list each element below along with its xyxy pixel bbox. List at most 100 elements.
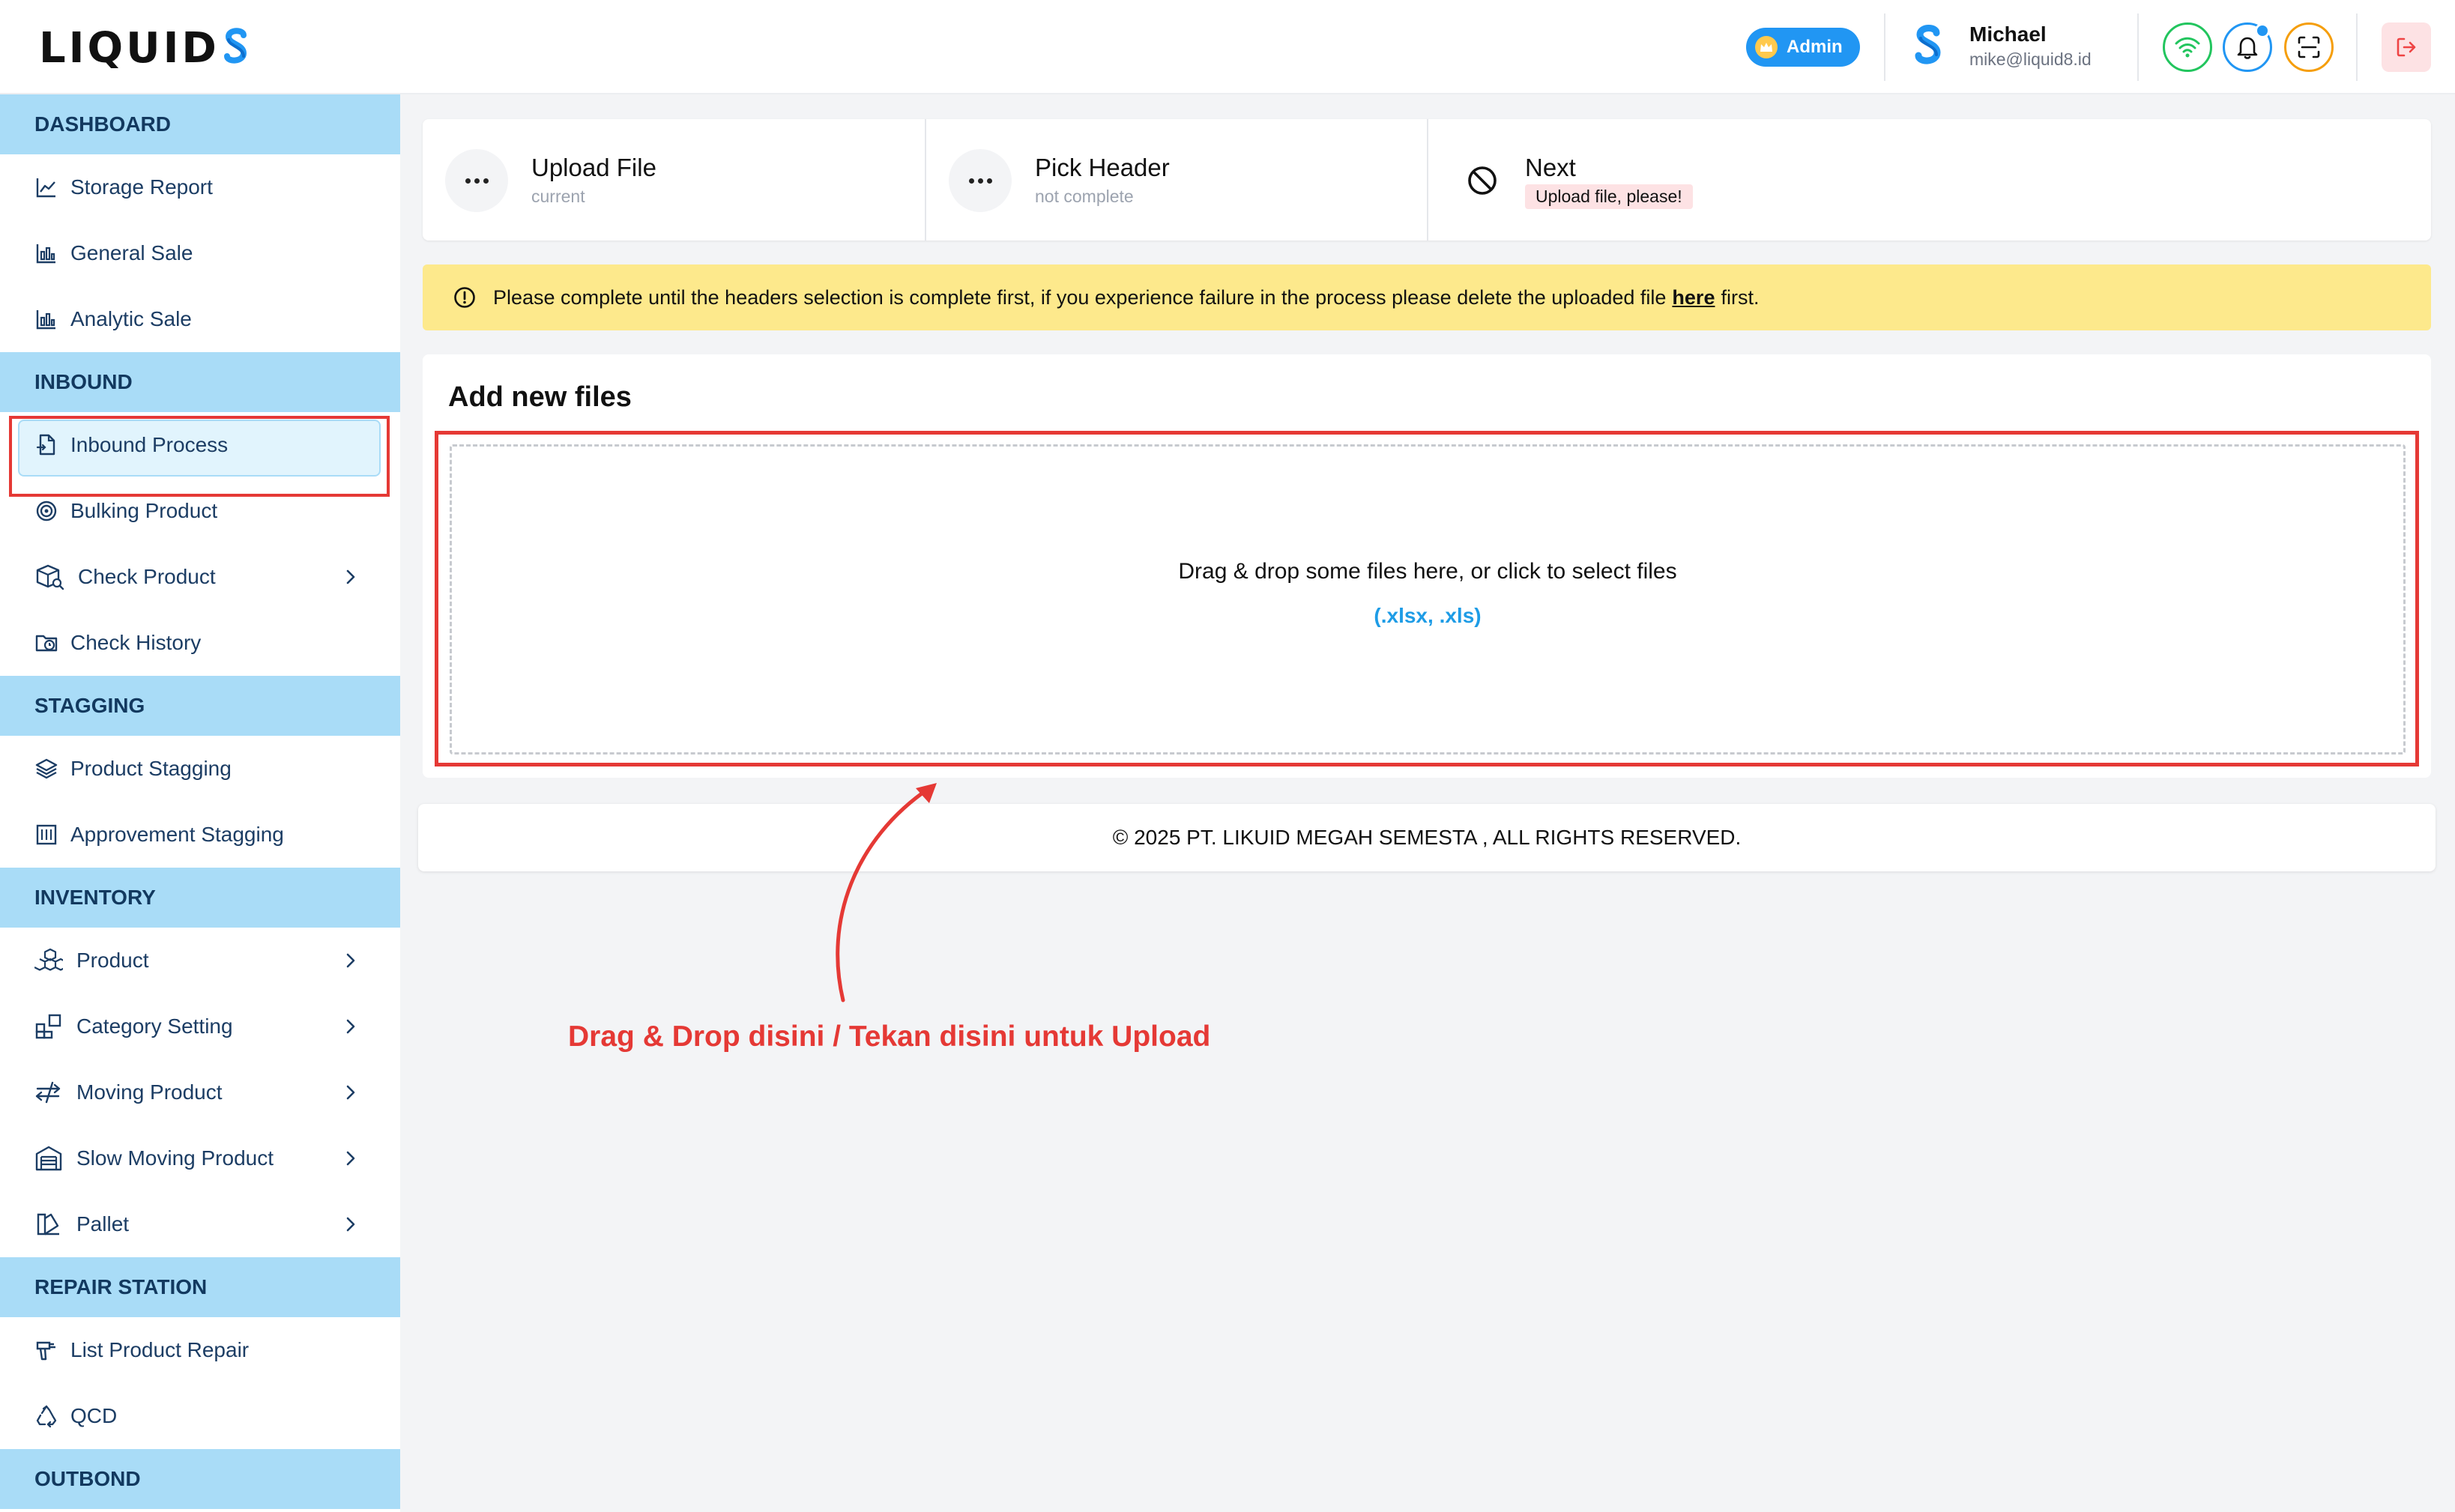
header-divider — [2356, 13, 2358, 81]
sidebar-item-slow-moving-product[interactable]: Slow Moving Product — [0, 1125, 400, 1191]
line-chart-icon — [36, 178, 55, 198]
role-badge[interactable]: Admin — [1746, 28, 1860, 67]
app-logo[interactable]: LIQUID — [39, 23, 251, 73]
annotation-text: Drag & Drop disini / Tekan disini untuk … — [568, 1020, 1211, 1053]
sidebar-item-storage-report[interactable]: Storage Report — [0, 154, 400, 220]
sidebar-item-label: Approvement Stagging — [70, 823, 284, 846]
upload-card: Add new files Drag & drop some files her… — [423, 354, 2431, 778]
pallet-icon — [37, 1213, 59, 1236]
header-divider — [2137, 13, 2139, 81]
sidebar-item-label: Bulking Product — [70, 499, 218, 522]
category-icon — [35, 1014, 61, 1039]
sidebar-item-list-product-repair[interactable]: List Product Repair — [0, 1317, 400, 1383]
sidebar-item-label: Category Setting — [76, 1014, 233, 1038]
scan-icon — [2298, 36, 2320, 58]
section-inventory: INVENTORY — [0, 868, 400, 928]
warning-alert: Please complete until the headers select… — [423, 264, 2431, 330]
sidebar-item-label: Product — [76, 949, 149, 972]
more-dots-icon — [968, 178, 992, 184]
sidebar-item-product[interactable]: Product — [0, 928, 400, 994]
step-status-badge: Upload file, please! — [1525, 184, 1693, 209]
sidebar-item-label: Moving Product — [76, 1080, 223, 1104]
sidebar-item-label: Product Stagging — [70, 757, 232, 780]
sidebar-item-label: General Sale — [70, 241, 193, 264]
ban-icon — [1468, 166, 1497, 195]
bell-icon — [2237, 37, 2258, 59]
logo-text: LIQUID — [39, 23, 220, 73]
sidebar-item-category-setting[interactable]: Category Setting — [0, 994, 400, 1059]
dropzone-extensions: (.xlsx, .xls) — [1374, 604, 1482, 627]
top-bar: LIQUID Admin Michael mike@liquid8.id — [0, 0, 2455, 94]
sidebar-item-label: Check Product — [78, 565, 216, 588]
sidebar-item-pallet[interactable]: Pallet — [0, 1191, 400, 1257]
alert-circle-icon — [454, 287, 475, 308]
bar-chart-icon — [36, 310, 55, 330]
wifi-icon — [2175, 37, 2200, 58]
logo-mark-icon — [223, 28, 247, 64]
sidebar-item-approvement-stagging[interactable]: Approvement Stagging — [0, 802, 400, 868]
chevron-right-icon — [346, 1019, 355, 1034]
dropzone-prompt: Drag & drop some files here, or click to… — [1178, 559, 1677, 584]
layers-icon — [35, 758, 58, 779]
notification-dot — [2255, 23, 2270, 38]
step-upload-file[interactable]: Upload File current — [423, 119, 925, 241]
sidebar-item-label: Slow Moving Product — [76, 1146, 274, 1170]
sidebar-item-analytic-sale[interactable]: Analytic Sale — [0, 286, 400, 352]
footer-copyright: © 2025 PT. LIKUID MEGAH SEMESTA , ALL RI… — [1112, 826, 1742, 849]
role-badge-label: Admin — [1787, 37, 1843, 57]
card-title: Add new files — [448, 381, 632, 413]
section-inbound: INBOUND — [0, 352, 400, 412]
logout-button[interactable] — [2382, 22, 2431, 72]
step-title: Pick Header — [1035, 154, 1170, 181]
boxes-icon — [34, 948, 63, 971]
user-avatar-icon — [1915, 25, 1941, 64]
recycle-icon — [36, 1405, 57, 1428]
sidebar-item-moving-product[interactable]: Moving Product — [0, 1059, 400, 1125]
drill-icon — [36, 1341, 55, 1361]
section-outbond: OUTBOND — [0, 1449, 400, 1509]
sidebar-item-label: List Product Repair — [70, 1338, 250, 1361]
delete-file-link[interactable]: here — [1672, 286, 1715, 309]
target-icon — [36, 501, 57, 521]
folder-clock-icon — [35, 635, 58, 652]
sidebar-item-label: Check History — [70, 631, 202, 654]
alert-text-end: first. — [1721, 285, 1760, 309]
sidebar-item-bulking-product[interactable]: Bulking Product — [0, 478, 400, 544]
columns-icon — [36, 824, 57, 845]
sidebar-item-general-sale[interactable]: General Sale — [0, 220, 400, 286]
step-pick-header[interactable]: Pick Header not complete — [925, 119, 1427, 241]
crown-icon — [1755, 36, 1778, 58]
chevron-right-icon — [346, 1085, 355, 1100]
page-footer: © 2025 PT. LIKUID MEGAH SEMESTA , ALL RI… — [418, 804, 2436, 871]
section-repair-station: REPAIR STATION — [0, 1257, 400, 1317]
sidebar-item-qcd[interactable]: QCD — [0, 1383, 400, 1449]
sidebar-item-inbound-process[interactable]: Inbound Process — [0, 412, 400, 478]
chevron-right-icon — [346, 569, 355, 584]
section-dashboard: DASHBOARD — [0, 94, 400, 154]
step-status: current — [531, 187, 585, 206]
logout-icon — [2397, 37, 2416, 57]
notifications-button[interactable] — [2223, 22, 2272, 72]
user-name: Michael — [1969, 22, 2047, 46]
step-status-indicator — [445, 149, 508, 212]
section-stagging: STAGGING — [0, 676, 400, 736]
chevron-right-icon — [346, 953, 355, 968]
step-next[interactable]: Next Upload file, please! — [1427, 119, 2431, 241]
box-search-icon — [36, 564, 64, 590]
sidebar-item-check-product[interactable]: Check Product — [0, 544, 400, 610]
header-divider — [1884, 13, 1885, 81]
sidebar: DASHBOARD Storage Report General Sale An… — [0, 94, 400, 1512]
step-title: Next — [1525, 154, 1576, 181]
scan-button[interactable] — [2284, 22, 2334, 72]
warehouse-icon — [35, 1146, 62, 1171]
sidebar-item-check-history[interactable]: Check History — [0, 610, 400, 676]
sidebar-item-label: Inbound Process — [70, 433, 229, 456]
step-status-indicator — [949, 149, 1012, 212]
sidebar-item-label: Analytic Sale — [70, 307, 192, 330]
wifi-status-button[interactable] — [2163, 22, 2212, 72]
sidebar-item-product-stagging[interactable]: Product Stagging — [0, 736, 400, 802]
file-dropzone[interactable]: Drag & drop some files here, or click to… — [450, 444, 2406, 755]
step-title: Upload File — [531, 154, 656, 181]
bar-chart-icon — [36, 244, 55, 264]
sidebar-item-label: Pallet — [76, 1212, 130, 1236]
